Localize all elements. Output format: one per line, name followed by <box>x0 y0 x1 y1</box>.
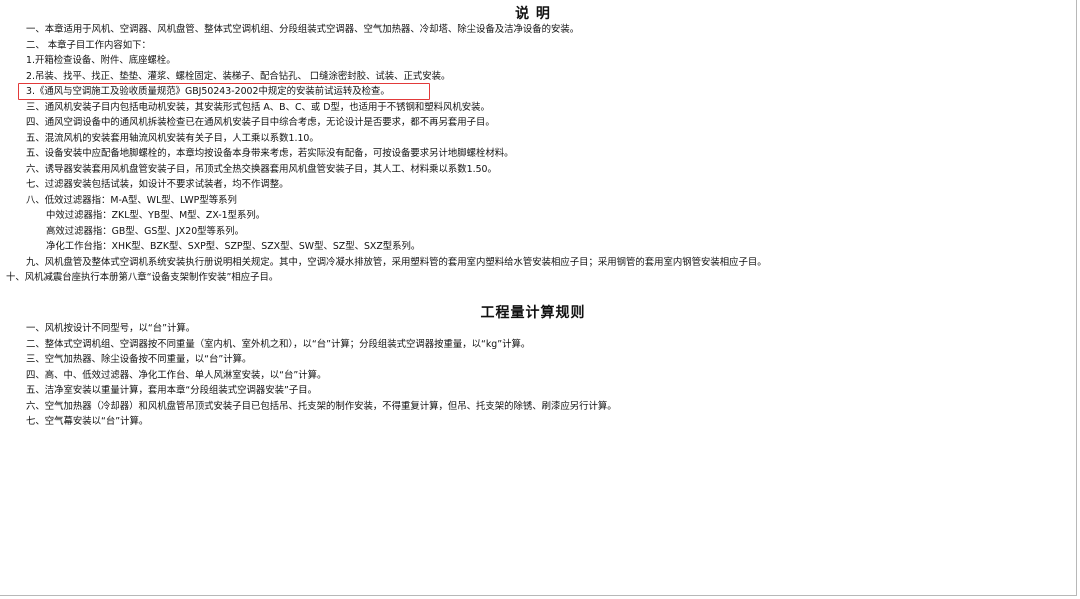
text-line: 五、设备安装中应配备地脚螺栓的，本章均按设备本身带来考虑，若实际没有配备，可按设… <box>26 148 514 159</box>
text-line: 高效过滤器指：GB型、GS型、JX20型等系列。 <box>46 226 245 237</box>
section-title-explanation: 说 明 <box>515 6 551 22</box>
text-line: 九、风机盘管及整体式空调机系统安装执行册说明相关规定。其中，空调冷凝水排放管，采… <box>26 257 767 268</box>
text-line: 中效过滤器指：ZKL型、YB型、M型、ZX-1型系列。 <box>46 210 266 221</box>
text-line: 五、洁净室安装以重量计算，套用本章“分段组装式空调器安装”子目。 <box>26 385 317 396</box>
text-line: 三、通风机安装子目内包括电动机安装，其安装形式包括 A、B、C、或 D型，也适用… <box>26 102 490 113</box>
text-line: 三、空气加热器、除尘设备按不同重量，以“台”计算。 <box>26 354 252 365</box>
text-line: 一、风机按设计不同型号，以“台”计算。 <box>26 323 196 334</box>
text-line: 五、混流风机的安装套用轴流风机安装有关子目，人工乘以系数1.10。 <box>26 133 319 144</box>
text-line: 六、空气加热器（冷却器）和风机盘管吊顶式安装子目已包括吊、托支架的制作安装，不得… <box>26 401 617 412</box>
text-line: 净化工作台指：XHK型、BZK型、SXP型、SZP型、SZX型、SW型、SZ型、… <box>46 241 421 252</box>
text-line: 一、本章适用于风机、空调器、风机盘管、整体式空调机组、分段组装式空调器、空气加热… <box>26 24 580 35</box>
text-line: 1.开箱检查设备、附件、底座螺栓。 <box>26 55 176 66</box>
text-line: 四、高、中、低效过滤器、净化工作台、单人风淋室安装，以“台”计算。 <box>26 370 327 381</box>
text-line: 二、 本章子目工作内容如下： <box>26 40 151 51</box>
text-line: 二、整体式空调机组、空调器按不同重量（室内机、室外机之和），以“台”计算；分段组… <box>26 339 531 350</box>
text-line: 六、诱导器安装套用风机盘管安装子目，吊顶式全热交换器套用风机盘管安装子目，其人工… <box>26 164 497 175</box>
text-line: 七、空气幕安装以“台”计算。 <box>26 416 149 427</box>
document-page: 说 明 一、本章适用于风机、空调器、风机盘管、整体式空调机组、分段组装式空调器、… <box>0 0 1077 596</box>
text-line: 四、通风空调设备中的通风机拆装检查已在通风机安装子目中综合考虑，无论设计是否要求… <box>26 117 495 128</box>
section-title-calculation-rules: 工程量计算规则 <box>480 305 586 321</box>
text-line: 2.吊装、找平、找正、垫垫、灌浆、螺栓固定、装梯子、配合钻孔、 口缝涂密封胶、试… <box>26 71 451 82</box>
text-line: 八、低效过滤器指：M-A型、WL型、LWP型等系列 <box>26 195 237 206</box>
highlighted-text-line: 3.《通风与空调施工及验收质量规范》GBJ50243-2002中规定的安装前试运… <box>26 86 390 97</box>
text-line: 十、风机减震台座执行本册第八章“设备支架制作安装”相应子目。 <box>6 272 279 283</box>
text-line: 七、过滤器安装包括试装，如设计不要求试装者，均不作调整。 <box>26 179 289 190</box>
